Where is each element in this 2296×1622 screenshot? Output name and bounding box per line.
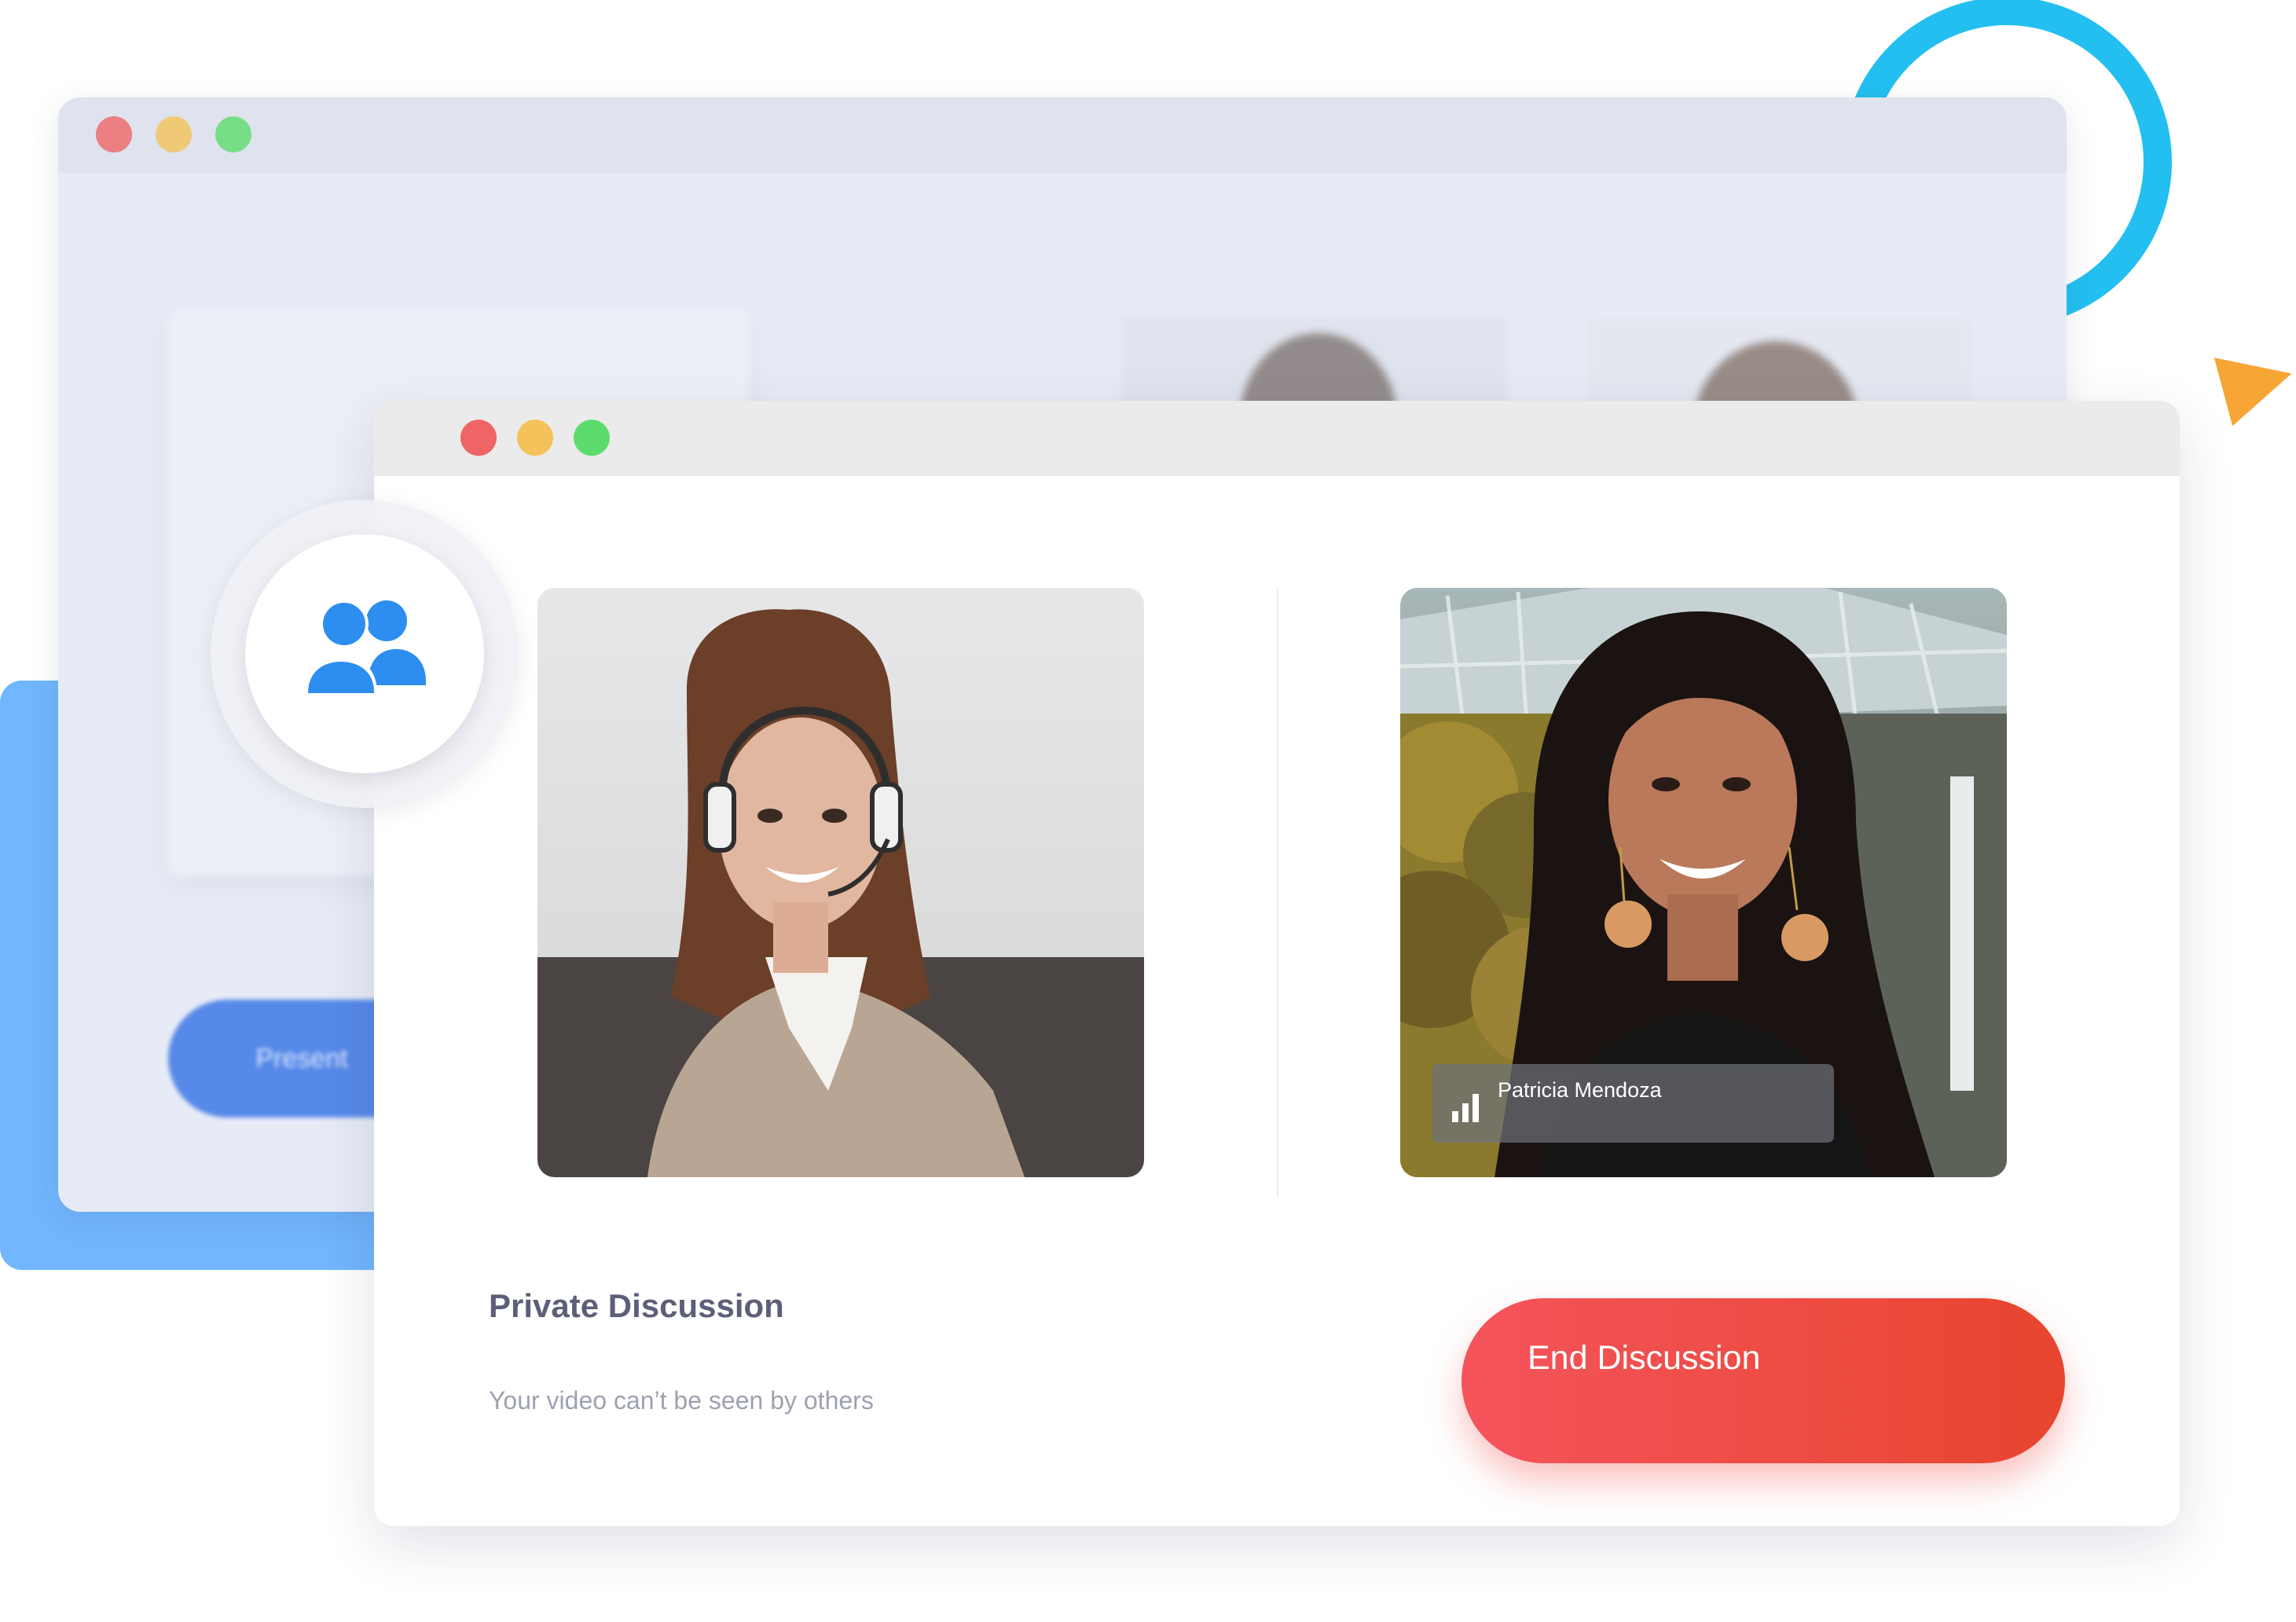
remote-video-tile: Patricia Mendoza — [1400, 588, 2007, 1177]
end-discussion-label: End Discussion — [1528, 1339, 1761, 1377]
video-divider — [1277, 589, 1278, 1198]
discussion-window: Patricia Mendoza Private Discussion Your… — [374, 401, 2180, 1526]
close-dot-icon[interactable] — [460, 420, 497, 456]
participant-name-tag: Patricia Mendoza — [1432, 1064, 1834, 1143]
discussion-subtitle: Your video can’t be seen by others — [489, 1386, 874, 1415]
group-users-icon — [303, 600, 426, 695]
self-video-tile — [537, 588, 1144, 1177]
close-dot-icon — [96, 116, 132, 152]
maximize-dot-icon — [215, 116, 251, 152]
decorative-triangle — [2213, 339, 2296, 427]
background-window-titlebar — [58, 97, 2067, 173]
end-discussion-button[interactable]: End Discussion — [1462, 1298, 2065, 1463]
minimize-dot-icon — [156, 116, 192, 152]
maximize-dot-icon[interactable] — [574, 420, 610, 456]
participant-name: Patricia Mendoza — [1498, 1078, 1662, 1102]
signal-bars-icon — [1452, 1094, 1479, 1122]
minimize-dot-icon[interactable] — [517, 420, 553, 456]
window-titlebar — [374, 401, 2180, 476]
group-badge — [245, 534, 484, 773]
woman-with-headset-photo — [537, 588, 1144, 1177]
discussion-title: Private Discussion — [489, 1287, 784, 1324]
